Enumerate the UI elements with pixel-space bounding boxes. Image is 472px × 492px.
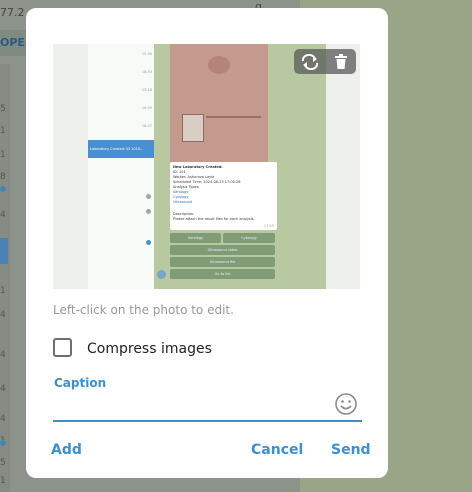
strip-digit: 1 bbox=[0, 126, 6, 136]
send-button[interactable]: Send bbox=[331, 442, 371, 458]
unread-dot bbox=[0, 186, 6, 192]
strip-digit: 4 bbox=[0, 210, 6, 220]
list-item: 18:09 bbox=[141, 106, 152, 110]
send-photo-dialog: 15:30 18:53 15:18 18:09 18:47 Laboratory… bbox=[26, 8, 388, 478]
unread-badge bbox=[146, 194, 151, 199]
caption-input[interactable] bbox=[53, 394, 339, 420]
inline-button: Serology bbox=[170, 233, 221, 243]
strip-digit: 4 bbox=[0, 384, 6, 394]
passport-face bbox=[182, 114, 204, 142]
selected-list-item: Laboratory Created: ID 1010... bbox=[88, 140, 154, 158]
cancel-button[interactable]: Cancel bbox=[251, 442, 303, 458]
inline-button: Ultrasound video bbox=[170, 245, 275, 255]
photo-mini-chat-list: 15:30 18:53 15:18 18:09 18:47 Laboratory… bbox=[88, 44, 154, 289]
list-item: 15:30 bbox=[141, 52, 152, 56]
message-card: New Laboratory Created: ID: 101 Worker: … bbox=[170, 162, 277, 230]
trash-icon bbox=[334, 53, 347, 69]
list-item: 18:53 bbox=[141, 70, 152, 74]
unread-dot bbox=[0, 440, 6, 446]
edit-hint: Left-click on the photo to edit. bbox=[53, 303, 234, 317]
unread-badge bbox=[146, 240, 151, 245]
rotate-button[interactable] bbox=[294, 49, 325, 74]
photo-controls bbox=[294, 49, 356, 74]
passport-photo bbox=[170, 44, 268, 162]
strip-digit: 4 bbox=[0, 310, 6, 320]
passport-text-lines bbox=[206, 116, 261, 118]
caption-underline bbox=[53, 420, 362, 422]
compress-images-checkbox[interactable] bbox=[53, 338, 72, 357]
emoji-button[interactable] bbox=[334, 392, 358, 416]
background-strip: 5 1 1 8 4 1 4 4 4 4 1 5 1 bbox=[0, 64, 10, 492]
inline-button: Cytology bbox=[223, 233, 275, 243]
delete-button[interactable] bbox=[325, 49, 356, 74]
inline-button: Go to list bbox=[170, 269, 275, 279]
strip-digit: 5 bbox=[0, 458, 6, 468]
strip-digit: 1 bbox=[0, 476, 6, 486]
strip-digit: 8 bbox=[0, 172, 6, 182]
inline-button: Ultrasound file bbox=[170, 257, 275, 267]
list-item: 18:47 bbox=[141, 124, 152, 128]
emoji-icon bbox=[335, 393, 357, 415]
strip-digit: 5 bbox=[0, 104, 6, 114]
list-item: 15:18 bbox=[141, 88, 152, 92]
strip-digit: 4 bbox=[0, 414, 6, 424]
add-button[interactable]: Add bbox=[51, 442, 82, 458]
strip-digit: 1 bbox=[0, 286, 6, 296]
background-top-value: 77.2 bbox=[0, 6, 25, 19]
strip-digit: 1 bbox=[0, 150, 6, 160]
unread-badge bbox=[146, 209, 151, 214]
strip-digit: 4 bbox=[0, 350, 6, 360]
background-selected-chat bbox=[0, 238, 8, 264]
rotate-icon bbox=[301, 53, 318, 70]
photo-preview[interactable]: 15:30 18:53 15:18 18:09 18:47 Laboratory… bbox=[53, 44, 360, 289]
scroll-down-fab bbox=[157, 270, 166, 279]
passport-crest bbox=[208, 56, 230, 74]
compress-images-label[interactable]: Compress images bbox=[87, 341, 212, 357]
caption-label: Caption bbox=[54, 376, 107, 390]
